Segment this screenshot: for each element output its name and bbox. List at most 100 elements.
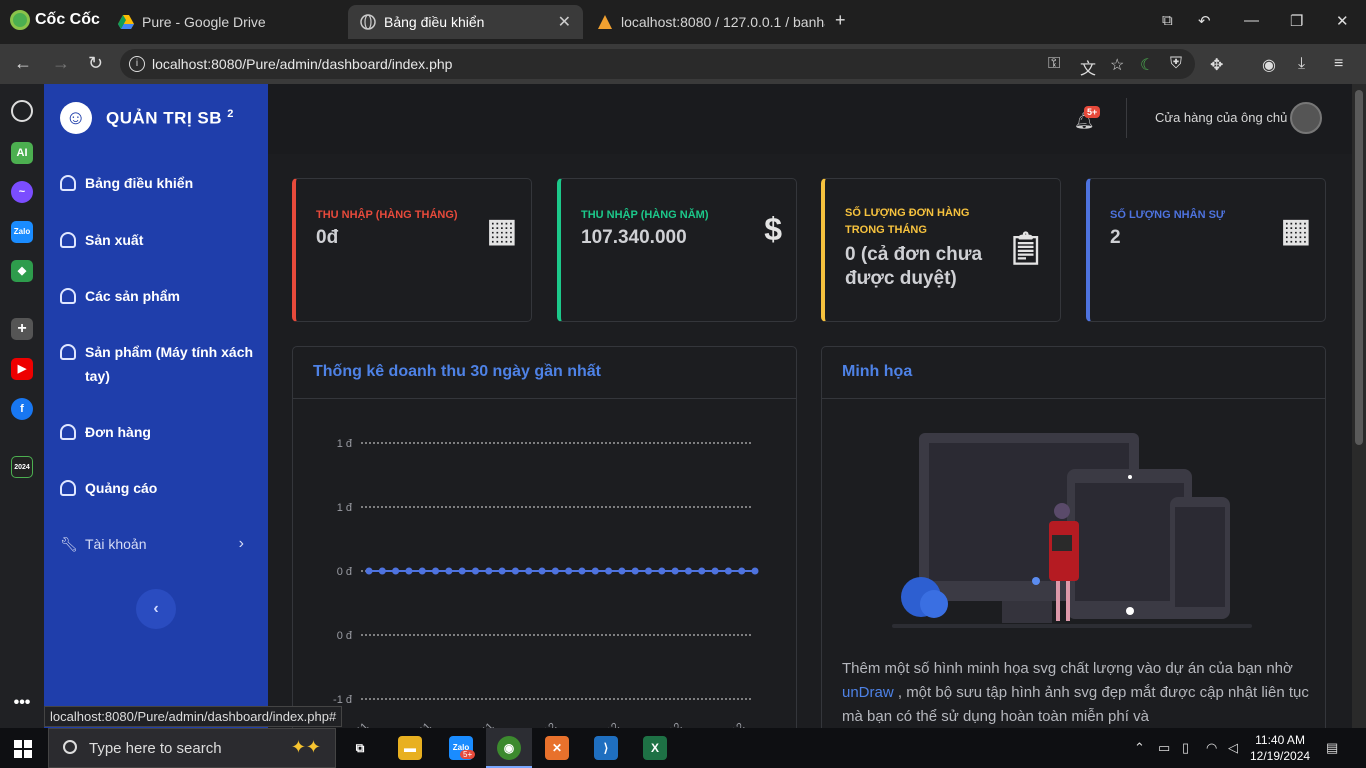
messenger-icon[interactable]: ~ [11,181,33,203]
undraw-illustration [892,433,1252,628]
coccoc-taskbar-icon[interactable]: ◉ [497,736,521,760]
card-value: 0đ [316,227,339,248]
tray-chevron-icon[interactable]: ⌃ [1134,740,1145,756]
back-icon[interactable]: ← [14,53,32,74]
data-point [645,567,653,575]
sidebar-item-label: Đơn hàng [85,424,151,440]
brand-sup: 2 [227,107,234,120]
windows-start-icon[interactable] [14,740,32,758]
sidebar-item-label: Quảng cáo [85,480,158,496]
xampp-icon[interactable]: ✕ [545,736,569,760]
tab-label: Pure - Google Drive [142,14,266,30]
tab-google-drive[interactable]: Pure - Google Drive [106,5,346,39]
panel-title: Thống kê doanh thu 30 ngày gần nhất [293,347,796,399]
sidebar-item-label: Các sản phẩm [85,288,180,304]
card-staff-count: SỐ LƯỢNG NHÂN SỰ 2 ▦ [1086,178,1326,322]
profile-icon[interactable]: ◉ [1262,55,1276,75]
data-point [498,567,506,575]
data-point [511,567,519,575]
vscode-icon[interactable]: ⟩ [594,736,618,760]
forward-icon[interactable]: → [52,53,70,74]
game-icon[interactable]: ◆ [11,260,33,282]
sidebar-item-account[interactable]: 🔧︎ Tài khoản › [60,532,260,556]
sidebar-item-orders[interactable]: Đơn hàng [60,420,260,444]
tray-device-icon[interactable]: ▭ [1158,740,1170,756]
site-info-icon[interactable]: i [129,56,145,72]
translate-icon[interactable]: 文 [1080,55,1096,79]
battery-icon[interactable]: ▯ [1182,740,1189,756]
dark-mode-icon[interactable]: ☾ [1140,55,1154,75]
task-view-icon[interactable]: ⧉ [348,736,372,760]
user-name[interactable]: Cửa hàng của ông chủ [1155,110,1287,125]
key-icon[interactable]: ⚿ [1048,55,1060,73]
x-tick-label: …4-12 [527,721,559,728]
shield-icon[interactable]: ⛨ [1170,55,1182,73]
undo-close-icon[interactable]: ↶ [1198,12,1211,30]
facebook-icon[interactable]: f [11,398,33,420]
sidebar-item-products[interactable]: Các sản phẩm [60,284,260,308]
coccoc-brand[interactable]: Cốc Cốc [10,10,100,30]
close-tab-icon[interactable]: ✕ [558,12,571,32]
sidebar-brand[interactable]: ☺ QUẢN TRỊ SB 2 [60,102,234,134]
wifi-icon[interactable]: ◠ [1206,740,1217,756]
calendar-icon: ▦ [486,212,517,248]
youtube-icon[interactable]: ▶ [11,358,33,380]
card-label: SỐ LƯỢNG NHÂN SỰ [1110,209,1226,221]
tab-phpmyadmin[interactable]: localhost:8080 / 127.0.0.1 / banha [585,5,825,39]
file-explorer-icon[interactable]: ▬ [398,736,422,760]
x-tick-label: …4-12 [653,721,685,728]
scrollbar-thumb[interactable] [1355,90,1363,445]
sidebar-item-production[interactable]: Sản xuất [60,228,260,252]
y-tick-label: 1 đ [337,502,353,514]
data-point [432,567,440,575]
menu-icon[interactable]: ≡ [1334,55,1343,73]
data-point [631,567,639,575]
add-app-icon[interactable]: + [11,318,33,340]
sparkle-icon: ✦✦ [290,737,321,757]
sidebar-item-label: Bảng điều khiển [85,175,194,191]
desc-text-1: Thêm một số hình minh họa svg chất lượng… [842,660,1293,677]
star-icon[interactable]: ☆ [1110,55,1124,75]
notification-center-icon[interactable]: ▤ [1326,740,1338,756]
y-tick-label: 0 đ [337,566,353,578]
illustration-panel: Minh họa Thêm một số hình minh họa svg c… [821,346,1326,728]
status-url-bubble: localhost:8080/Pure/admin/dashboard/inde… [44,706,343,727]
clock[interactable]: 11:40 AM 12/19/2024 [1250,732,1310,764]
minimize-icon[interactable]: — [1244,12,1259,29]
card-monthly-income: THU NHẬP (HÀNG THÁNG) 0đ ▦ [292,178,532,322]
data-point [578,567,586,575]
undraw-link[interactable]: unDraw [842,684,894,701]
new-tab-icon[interactable]: + [835,10,846,31]
avatar[interactable] [1290,102,1322,134]
sidebar-item-ads[interactable]: Quảng cáo [60,476,260,500]
reload-icon[interactable]: ↻ [88,53,103,74]
tab-dashboard[interactable]: Bảng điều khiển ✕ [348,5,583,39]
ai-icon[interactable]: AI [11,142,33,164]
admin-app: ☺ QUẢN TRỊ SB 2 Bảng điều khiển Sản xuất… [44,84,1352,728]
maximize-icon[interactable]: ❐ [1290,12,1303,30]
sidebar-item-dashboard[interactable]: Bảng điều khiển [60,171,260,195]
volume-icon[interactable]: ◁ [1228,740,1238,756]
sidebar-item-laptops[interactable]: Sản phẩm (Máy tính xách tay) [60,340,260,388]
extensions-icon[interactable]: ✥ [1210,55,1223,75]
tab-search-icon[interactable]: ⧉ [1162,12,1173,29]
data-point [485,567,493,575]
excel-icon[interactable]: X [643,736,667,760]
close-window-icon[interactable]: ✕ [1336,12,1349,30]
history-icon[interactable] [11,100,33,122]
sidebar-toggle-button[interactable]: ‹ [136,589,176,629]
coccoc-2024-icon[interactable]: 2024 [11,456,33,478]
taskbar-search-input[interactable]: Type here to search ✦✦ [48,728,336,768]
data-point [418,567,426,575]
data-point [618,567,626,575]
url-input[interactable]: i localhost:8080/Pure/admin/dashboard/in… [120,49,1195,79]
more-icon[interactable]: ••• [11,692,33,714]
page-scrollbar[interactable] [1352,84,1366,728]
data-point [684,567,692,575]
address-bar-row: ← → ↻ i localhost:8080/Pure/admin/dashbo… [0,44,1366,84]
zalo-icon[interactable]: Zalo [11,221,33,243]
download-icon[interactable]: ⤓ [1298,55,1305,73]
brand-title: QUẢN TRỊ SB [106,108,222,128]
data-point [365,567,373,575]
revenue-line-chart: 1 đ 1 đ 0 đ 0 đ -1 đ …9-11 …4-11 …9-11 …4-12 …9-1… [333,438,759,728]
